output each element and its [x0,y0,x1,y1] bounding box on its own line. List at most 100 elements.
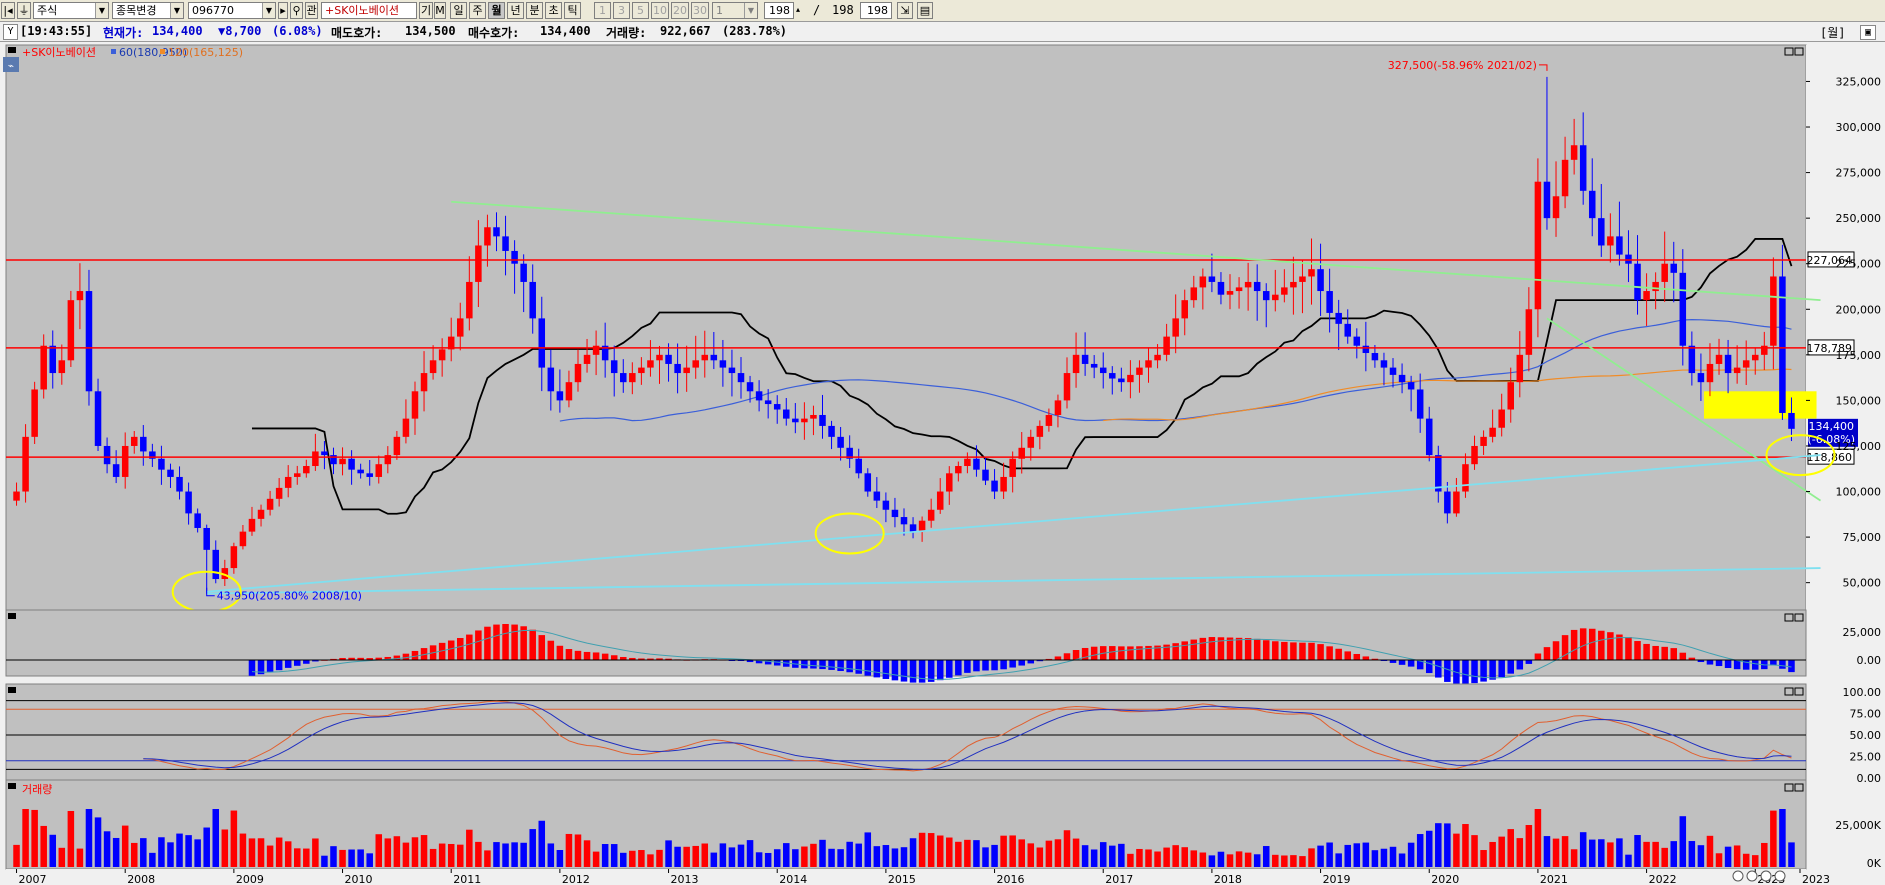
period-tick-tab[interactable]: 틱 [564,2,581,19]
volume-bar [67,810,75,867]
candle-body [918,520,926,532]
macd-bar [810,660,817,669]
nav-first-icon[interactable]: |◂ [1,2,15,19]
macd-bar [1326,646,1333,660]
candle-body [927,509,935,521]
period-minute-tab[interactable]: 분 [526,2,543,19]
candle-body [511,250,518,264]
volume-bar [402,842,410,867]
volume-bar [194,839,201,867]
export-icon[interactable]: ⇲ [897,2,913,19]
period-week-tab[interactable]: 주 [469,2,486,19]
candle-body [266,498,274,510]
volume-bar [792,849,799,867]
chevron-down-icon: ▼ [262,3,275,18]
period-month-tab[interactable]: 월 [488,2,505,19]
volume-bar [1742,853,1750,867]
candle-body [1706,363,1714,383]
interval-10-button[interactable]: 10 [651,2,669,19]
macd-bar [955,660,962,676]
legend-ma120: 120(165,125) [168,46,243,59]
period-second-tab[interactable]: 초 [545,2,562,19]
volume-bar [728,847,736,867]
macd-bar [520,626,527,660]
chevron-down-icon: ▼ [95,3,108,18]
count-input-2[interactable]: 198 [860,2,892,19]
macd-bar [1634,641,1641,660]
interval-5-button[interactable]: 5 [632,2,649,19]
volume-bar [85,809,93,867]
candle-body [1290,281,1297,288]
volume-bar [1534,809,1542,867]
candle-body [1715,354,1723,364]
macd-bar [1516,660,1524,670]
volume-bar [1181,847,1188,867]
volume-bar [601,844,609,867]
volume-bar [692,845,699,867]
macd-menu-icon[interactable] [8,613,16,619]
volume-bar [203,827,210,867]
candle-body [674,363,681,374]
candle-body [493,227,500,237]
window-menu-icon[interactable]: ▣ [1860,25,1876,40]
interval-3-button[interactable]: 3 [613,2,630,19]
code-input[interactable]: 096770 ▼ [188,2,276,19]
interval-20-button[interactable]: 20 [671,2,689,19]
interval-30-button[interactable]: 30 [691,2,709,19]
zoom-out-icon[interactable] [1746,870,1758,882]
scroll-left-icon[interactable] [1732,870,1744,882]
filter-icon[interactable]: ⏚ [17,2,31,19]
volume-bar [149,852,156,867]
save-icon[interactable]: ▤ [917,2,933,19]
candle-body [140,436,147,452]
interval-1-button[interactable]: 1 [594,2,611,19]
stochastic-panel: 100.00 75.00 50.00 25.00 0.00 [5,683,1881,787]
candle-body [855,458,862,474]
volume-menu-icon[interactable] [8,783,16,789]
market-type-select[interactable]: 주식 ▼ [33,2,109,19]
interval-input[interactable]: 1 ▼ [712,2,758,19]
candle-body [755,391,763,401]
volume-bar [1552,838,1560,867]
related-button[interactable]: 관 [305,2,318,19]
volume-bar [873,846,881,867]
volume-bar [1190,850,1198,867]
period-day-tab[interactable]: 일 [450,2,467,19]
macd-bar [1244,638,1252,660]
candle-body [185,491,192,514]
chevron-down-icon: ▼ [744,3,757,18]
count-input[interactable]: 198 [764,2,794,19]
chart-type-icon[interactable]: Y [3,24,18,40]
panel-menu-icon[interactable] [8,47,16,53]
volume-bar [1444,823,1451,867]
zoom-in-icon[interactable] [1760,870,1772,882]
candle-body [1308,269,1315,277]
change-item-select[interactable]: 종목변경 ▼ [112,2,184,19]
candle-body [1616,236,1623,255]
gi-button[interactable]: 기 [419,2,433,19]
candle-body [1299,276,1306,282]
x-axis: 2007 2008 2009 2010 2011 2012 2013 2014 2015 2016… [6,869,1830,885]
candle-body [1652,281,1659,292]
candle-body [1127,374,1134,383]
x-tick-label: 2014 [779,873,807,885]
volume-tick-label: 0K [1867,857,1882,870]
volume-bar [1109,845,1116,867]
search-icon[interactable]: ⚲ [290,2,303,19]
play-icon[interactable]: ▸ [278,2,288,19]
stock-name-field[interactable]: +SK이노베이션 [321,2,417,19]
period-year-tab[interactable]: 년 [507,2,524,19]
volume-bar [964,839,971,867]
volume-bar [1009,835,1016,867]
stoch-menu-icon[interactable] [8,687,16,693]
m-button[interactable]: M [434,2,446,19]
candle-body [837,436,844,448]
count-spinner-icon[interactable]: ▴ [794,2,802,19]
macd-bar [882,660,890,679]
reset-zoom-icon[interactable] [1774,870,1786,882]
volume-bar [674,846,681,867]
volume-bar [1036,847,1044,867]
volume-bar [348,849,355,867]
candle-body [13,491,20,501]
candle-body [275,487,283,499]
